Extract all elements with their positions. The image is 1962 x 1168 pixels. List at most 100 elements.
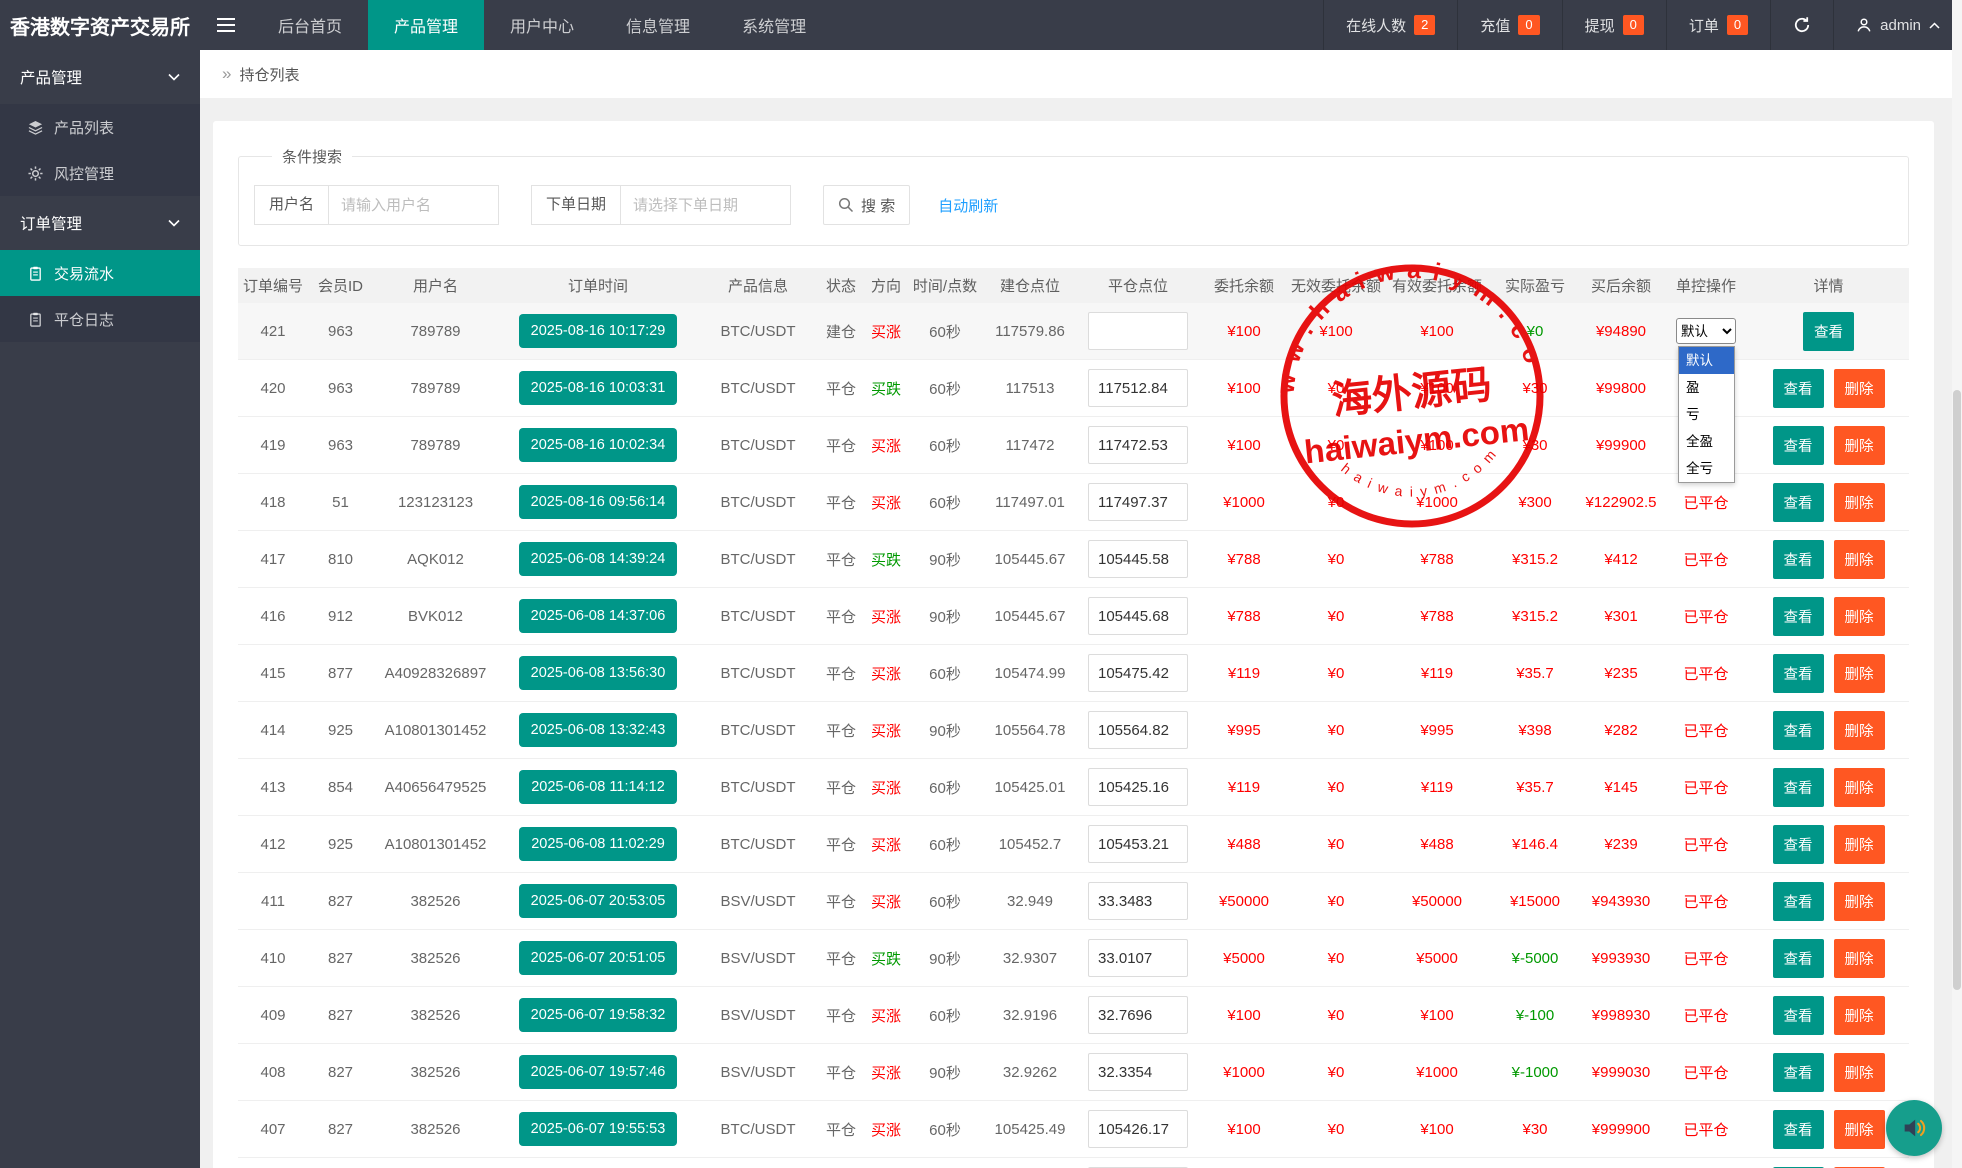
delete-button[interactable]: 删除 — [1834, 768, 1885, 807]
delete-button[interactable]: 删除 — [1834, 825, 1885, 864]
dropdown-option[interactable]: 全盈 — [1679, 428, 1734, 455]
after-balance: ¥999030 — [1578, 1064, 1664, 1081]
table-row: 414925A108013014522025-06-08 13:32:43BTC… — [238, 702, 1909, 759]
view-button[interactable]: 查看 — [1773, 825, 1824, 864]
column-header: 订单时间 — [498, 275, 698, 296]
sidebar-item[interactable]: 产品列表 — [0, 104, 200, 150]
close-point-input[interactable] — [1088, 939, 1188, 977]
sidebar-item[interactable]: 风控管理 — [0, 150, 200, 196]
topbar-stat[interactable]: 提现0 — [1562, 0, 1666, 50]
delete-button[interactable]: 删除 — [1834, 882, 1885, 921]
duration: 60秒 — [908, 891, 982, 912]
close-point-input[interactable] — [1088, 597, 1188, 635]
view-button[interactable]: 查看 — [1773, 597, 1824, 636]
close-point-input[interactable] — [1088, 825, 1188, 863]
close-point-input[interactable] — [1088, 711, 1188, 749]
admin-menu[interactable]: admin — [1833, 0, 1962, 50]
invalid-entrust-balance: ¥0 — [1290, 494, 1382, 511]
dropdown-option[interactable]: 盈 — [1679, 374, 1734, 401]
view-button[interactable]: 查看 — [1773, 426, 1824, 465]
direction: 买涨 — [864, 492, 908, 513]
breadcrumb: » 持仓列表 — [200, 50, 1962, 98]
view-button[interactable]: 查看 — [1773, 996, 1824, 1035]
close-point-input[interactable] — [1088, 312, 1188, 350]
topbar-right: 在线人数2充值0提现0订单0 admin — [1323, 0, 1962, 50]
product-info: BSV/USDT — [698, 1064, 818, 1081]
valid-entrust-balance: ¥488 — [1382, 836, 1492, 853]
control-select[interactable]: 默认 — [1676, 318, 1736, 344]
view-button[interactable]: 查看 — [1773, 882, 1824, 921]
close-point-input[interactable] — [1088, 882, 1188, 920]
top-nav-item[interactable]: 系统管理 — [716, 0, 832, 50]
close-point-input[interactable] — [1088, 996, 1188, 1034]
order-time-chip: 2025-06-08 11:14:12 — [519, 770, 677, 804]
close-point-input[interactable] — [1088, 426, 1188, 464]
view-button[interactable]: 查看 — [1803, 312, 1854, 351]
main-content: » 持仓列表 条件搜索 用户名 下单日期 搜 索 — [200, 50, 1962, 1168]
entrust-balance: ¥788 — [1198, 608, 1290, 625]
member-id: 810 — [308, 551, 373, 568]
delete-button[interactable]: 删除 — [1834, 996, 1885, 1035]
delete-button[interactable]: 删除 — [1834, 369, 1885, 408]
sidebar-group-orders[interactable]: 订单管理 — [0, 196, 200, 250]
sound-float-button[interactable] — [1886, 1100, 1942, 1156]
direction: 买跌 — [864, 549, 908, 570]
view-button[interactable]: 查看 — [1773, 711, 1824, 750]
delete-button[interactable]: 删除 — [1834, 939, 1885, 978]
view-button[interactable]: 查看 — [1773, 939, 1824, 978]
view-button[interactable]: 查看 — [1773, 369, 1824, 408]
topbar-stat[interactable]: 在线人数2 — [1323, 0, 1457, 50]
sidebar-group-products[interactable]: 产品管理 — [0, 50, 200, 104]
view-button[interactable]: 查看 — [1773, 768, 1824, 807]
delete-button[interactable]: 删除 — [1834, 540, 1885, 579]
order-id: 412 — [238, 836, 308, 853]
order-date-input[interactable] — [621, 185, 791, 225]
delete-button[interactable]: 删除 — [1834, 426, 1885, 465]
delete-button[interactable]: 删除 — [1834, 654, 1885, 693]
scrollbar-thumb[interactable] — [1953, 390, 1961, 990]
close-point-input[interactable] — [1088, 1110, 1188, 1148]
top-nav-item[interactable]: 信息管理 — [600, 0, 716, 50]
search-button[interactable]: 搜 索 — [823, 185, 910, 225]
topbar-stat-label: 订单 — [1689, 15, 1719, 36]
view-button[interactable]: 查看 — [1773, 654, 1824, 693]
order-time-chip: 2025-08-16 10:17:29 — [519, 314, 678, 348]
invalid-entrust-balance: ¥100 — [1290, 323, 1382, 340]
sidebar-item[interactable]: 平仓日志 — [0, 296, 200, 342]
close-point-input[interactable] — [1088, 540, 1188, 578]
topbar-stat-label: 充值 — [1480, 15, 1510, 36]
top-nav-item[interactable]: 后台首页 — [252, 0, 368, 50]
page-scrollbar[interactable] — [1952, 0, 1962, 1168]
dropdown-option[interactable]: 亏 — [1679, 401, 1734, 428]
view-button[interactable]: 查看 — [1773, 483, 1824, 522]
close-point-input[interactable] — [1088, 654, 1188, 692]
menu-toggle-button[interactable] — [200, 0, 252, 50]
delete-button[interactable]: 删除 — [1834, 1110, 1885, 1149]
delete-button[interactable]: 删除 — [1834, 597, 1885, 636]
close-point-input[interactable] — [1088, 369, 1188, 407]
top-nav-item[interactable]: 用户中心 — [484, 0, 600, 50]
delete-button[interactable]: 删除 — [1834, 711, 1885, 750]
view-button[interactable]: 查看 — [1773, 1053, 1824, 1092]
auto-refresh-link[interactable]: 自动刷新 — [938, 195, 998, 216]
dropdown-option[interactable]: 默认 — [1679, 347, 1734, 374]
refresh-button[interactable] — [1770, 0, 1833, 50]
close-point-input[interactable] — [1088, 483, 1188, 521]
actual-pnl: ¥30 — [1492, 437, 1578, 454]
view-button[interactable]: 查看 — [1773, 540, 1824, 579]
sidebar-item[interactable]: 交易流水 — [0, 250, 200, 296]
product-info: BSV/USDT — [698, 893, 818, 910]
order-time-chip: 2025-08-16 09:56:14 — [519, 485, 678, 519]
close-point-input[interactable] — [1088, 768, 1188, 806]
column-header: 有效委托余额 — [1382, 275, 1492, 296]
topbar-stat[interactable]: 充值0 — [1457, 0, 1561, 50]
close-point-input[interactable] — [1088, 1053, 1188, 1091]
topbar-stat[interactable]: 订单0 — [1666, 0, 1770, 50]
top-nav-item[interactable]: 产品管理 — [368, 0, 484, 50]
dropdown-option[interactable]: 全亏 — [1679, 455, 1734, 482]
direction: 买涨 — [864, 1119, 908, 1140]
view-button[interactable]: 查看 — [1773, 1110, 1824, 1149]
delete-button[interactable]: 删除 — [1834, 1053, 1885, 1092]
username-input[interactable] — [329, 185, 499, 225]
delete-button[interactable]: 删除 — [1834, 483, 1885, 522]
